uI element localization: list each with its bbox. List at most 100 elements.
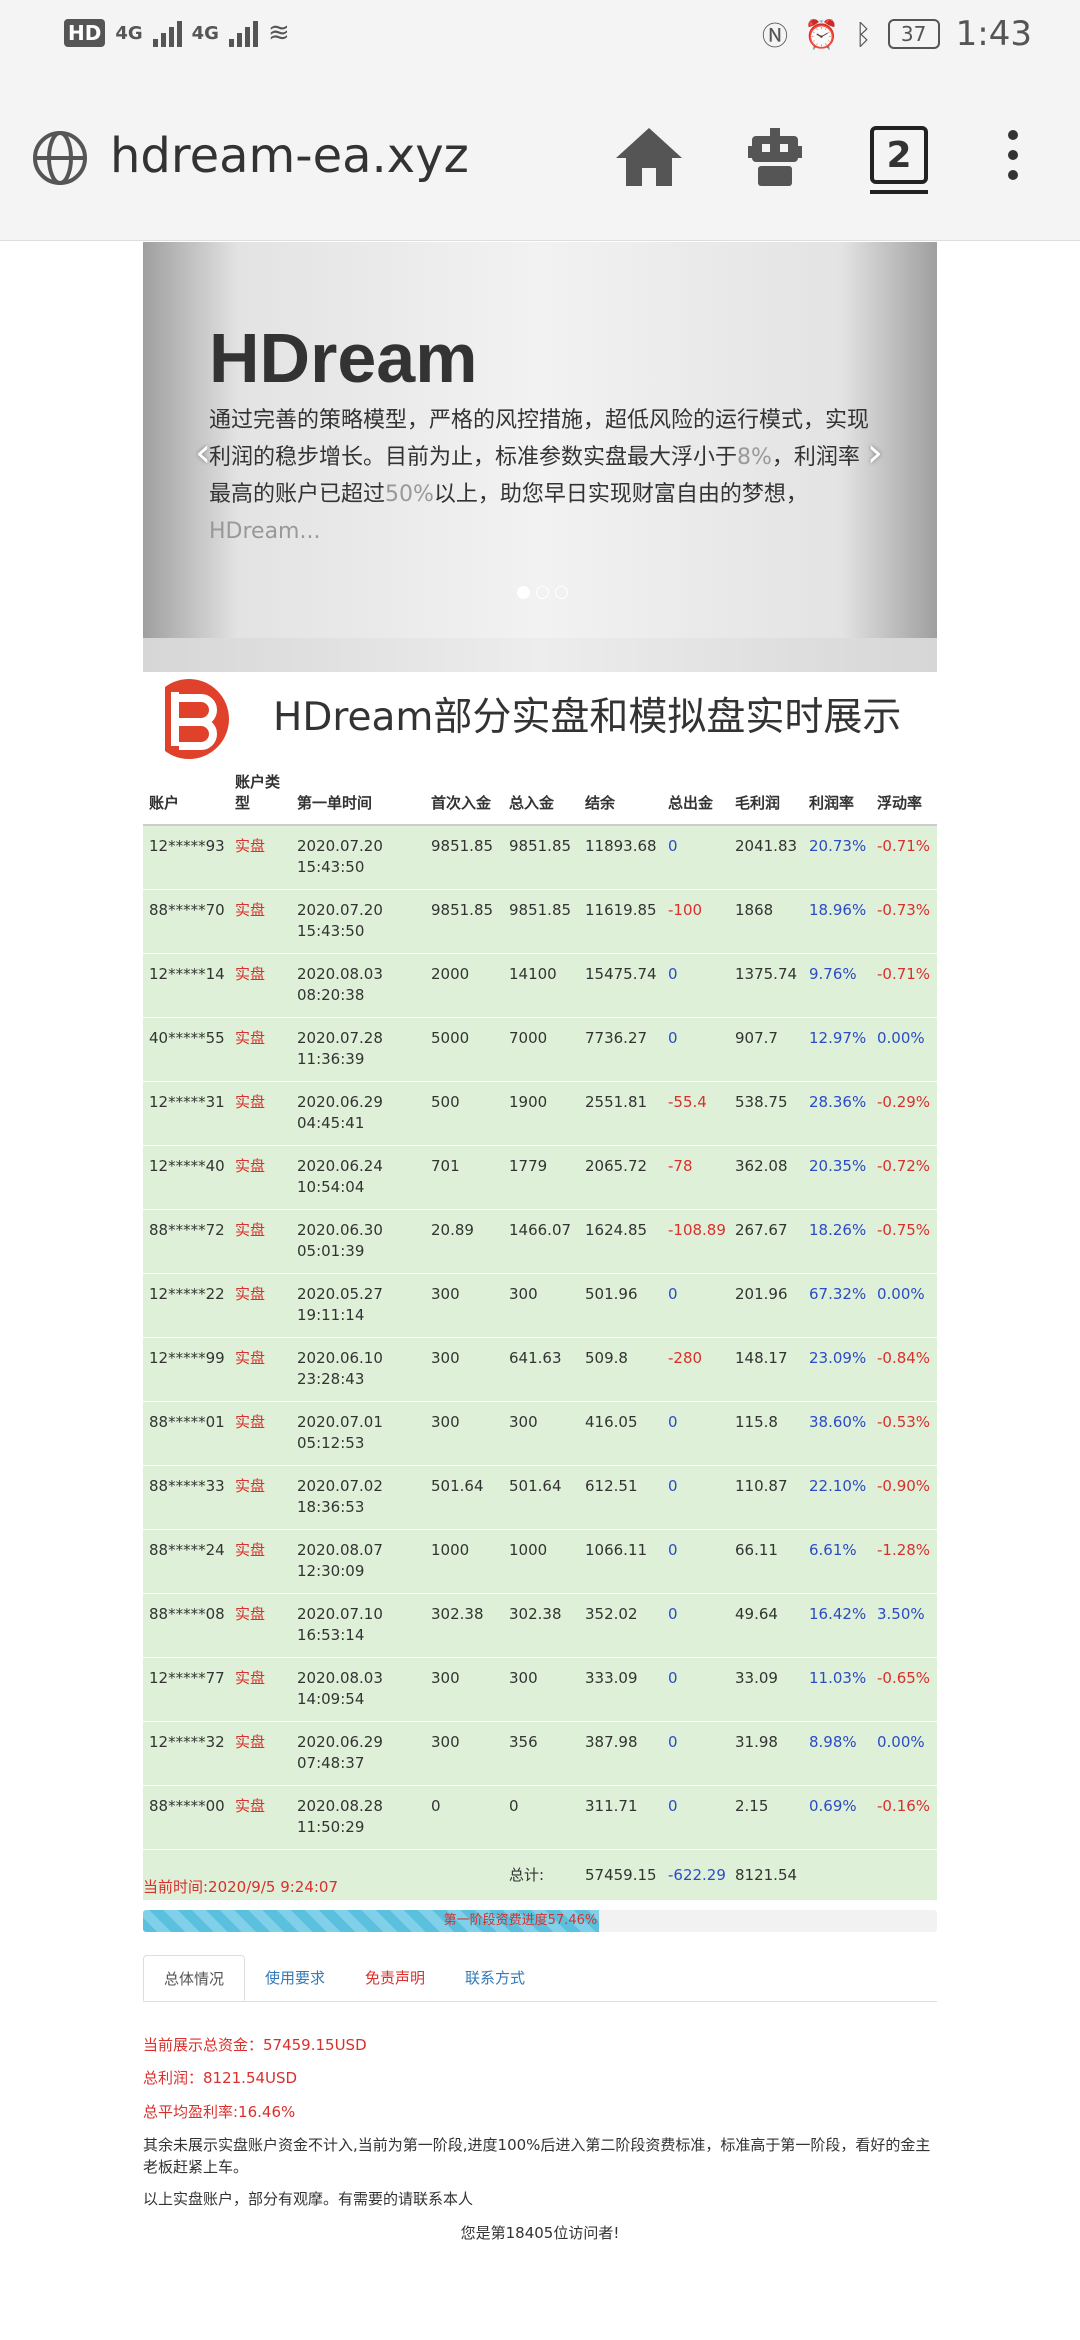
- table-cell: 148.17: [729, 1337, 803, 1402]
- table-cell: 302.38: [503, 1593, 579, 1658]
- column-header: 账户类型: [229, 764, 291, 826]
- robot-icon[interactable]: [744, 126, 806, 188]
- table-cell: 33.09: [729, 1657, 803, 1722]
- globe-icon[interactable]: [32, 130, 88, 186]
- table-cell: 88*****33: [143, 1465, 229, 1530]
- table-cell: 88*****08: [143, 1593, 229, 1658]
- network-type-a: 4G: [115, 22, 143, 44]
- table-cell: 1000: [425, 1529, 503, 1594]
- column-header: 账户: [143, 764, 229, 826]
- carousel-indicators[interactable]: [517, 586, 568, 599]
- table-cell: 0: [503, 1785, 579, 1850]
- table-cell: 7736.27: [579, 1017, 662, 1082]
- table-cell: -0.73%: [871, 889, 937, 954]
- tab-disclaimer[interactable]: 免责声明: [345, 1955, 445, 2001]
- table-cell: 641.63: [503, 1337, 579, 1402]
- total-funds-text: 当前展示总资金：57459.15USD: [143, 2036, 367, 2054]
- table-cell: 302.38: [425, 1593, 503, 1658]
- address-bar[interactable]: hdream-ea.xyz: [110, 128, 469, 184]
- table-cell: 0: [662, 1017, 729, 1082]
- table-row: 88*****08 实盘 2020.07.10 16:53:14 302.38 302.…: [143, 1593, 937, 1658]
- tab-overview[interactable]: 总体情况: [143, 1955, 246, 2001]
- table-cell: 300: [425, 1337, 503, 1402]
- column-header: 总出金: [662, 764, 729, 826]
- table-cell: 0: [662, 1401, 729, 1466]
- visitor-counter: 您是第18405位访问者!: [460, 2224, 620, 2242]
- overflow-menu-icon[interactable]: [1006, 130, 1020, 190]
- table-cell: 3.50%: [871, 1593, 937, 1658]
- tab-switcher-button[interactable]: 2: [870, 126, 928, 184]
- table-cell: 509.8: [579, 1337, 662, 1402]
- table-cell: 501.96: [579, 1273, 662, 1338]
- table-row: 88*****00 实盘 2020.08.28 11:50:29 0 0 311.71 0 2…: [143, 1785, 937, 1850]
- table-cell: 300: [425, 1401, 503, 1466]
- table-cell: 362.08: [729, 1145, 803, 1210]
- table-cell: 实盘: [229, 1017, 291, 1082]
- table-cell: 12*****22: [143, 1273, 229, 1338]
- table-cell: -0.90%: [871, 1465, 937, 1530]
- table-cell: 2020.07.20 15:43:50: [291, 824, 425, 890]
- table-cell: 实盘: [229, 1657, 291, 1722]
- table-cell: 28.36%: [803, 1081, 871, 1146]
- table-cell: 5000: [425, 1017, 503, 1082]
- hero-carousel[interactable]: HDream 通过完善的策略模型，严格的风控措施，超低风险的运行模式，实现利润的…: [143, 242, 937, 638]
- home-icon[interactable]: [614, 126, 684, 188]
- info-tabs: 总体情况 使用要求 免责声明 联系方式: [143, 1955, 937, 2002]
- table-cell: 300: [503, 1401, 579, 1466]
- carousel-bottom-strip: [143, 638, 937, 672]
- table-cell: 11619.85: [579, 889, 662, 954]
- table-cell: 12*****32: [143, 1721, 229, 1786]
- table-cell: 115.8: [729, 1401, 803, 1466]
- table-row: 12*****31 实盘 2020.06.29 04:45:41 500 1900 255…: [143, 1081, 937, 1146]
- table-cell: 16.42%: [803, 1593, 871, 1658]
- table-cell: 2020.07.20 15:43:50: [291, 889, 425, 954]
- carousel-dot[interactable]: [536, 586, 549, 599]
- tab-contact[interactable]: 联系方式: [445, 1955, 545, 2001]
- table-row: 88*****33 实盘 2020.07.02 18:36:53 501.64 501.…: [143, 1465, 937, 1530]
- table-cell: 501.64: [503, 1465, 579, 1530]
- table-cell: 40*****55: [143, 1017, 229, 1082]
- table-row: 12*****22 实盘 2020.05.27 19:11:14 300 300 501.…: [143, 1273, 937, 1338]
- table-cell: -0.53%: [871, 1401, 937, 1466]
- table-cell: 12*****93: [143, 824, 229, 890]
- carousel-prev-icon[interactable]: ‹: [195, 430, 211, 476]
- table-cell: 88*****00: [143, 1785, 229, 1850]
- table-cell: 11.03%: [803, 1657, 871, 1722]
- tab-requirements[interactable]: 使用要求: [245, 1955, 345, 2001]
- table-cell: 110.87: [729, 1465, 803, 1530]
- table-cell: 15475.74: [579, 953, 662, 1018]
- table-cell: 1375.74: [729, 953, 803, 1018]
- network-type-b: 4G: [191, 22, 219, 44]
- table-cell: 20.73%: [803, 824, 871, 890]
- column-header: 浮动率: [871, 764, 937, 826]
- carousel-next-icon[interactable]: ›: [867, 430, 883, 476]
- table-header-row: 账户 账户类型 第一单时间 首次入金 总入金 结余 总出金 毛利润 利润率 浮动率: [143, 764, 937, 826]
- table-row: 88*****70 实盘 2020.07.20 15:43:50 9851.85 985…: [143, 889, 937, 954]
- browser-toolbar: hdream-ea.xyz 2: [0, 72, 1080, 241]
- carousel-dot[interactable]: [517, 586, 530, 599]
- table-cell: 0: [662, 1721, 729, 1786]
- table-cell: 实盘: [229, 1209, 291, 1274]
- table-cell: 23.09%: [803, 1337, 871, 1402]
- table-cell: 9851.85: [503, 824, 579, 890]
- table-cell: 22.10%: [803, 1465, 871, 1530]
- hdream-logo-icon: [143, 676, 229, 762]
- table-cell: 实盘: [229, 1785, 291, 1850]
- table-cell: -0.84%: [871, 1337, 937, 1402]
- table-cell: 18.26%: [803, 1209, 871, 1274]
- table-cell: 0: [425, 1785, 503, 1850]
- table-cell: 538.75: [729, 1081, 803, 1146]
- table-row: 12*****93 实盘 2020.07.20 15:43:50 9851.85 985…: [143, 824, 937, 890]
- column-header: 首次入金: [425, 764, 503, 826]
- table-cell: -0.29%: [871, 1081, 937, 1146]
- table-cell: 0.00%: [871, 1721, 937, 1786]
- carousel-dot[interactable]: [555, 586, 568, 599]
- progress-label: 第一阶段资费进度57.46%: [443, 1913, 598, 1928]
- table-cell: 实盘: [229, 1593, 291, 1658]
- bluetooth-icon: ᛒ: [854, 17, 872, 51]
- table-cell: 300: [425, 1657, 503, 1722]
- table-cell: -0.71%: [871, 824, 937, 890]
- table-cell: 0: [662, 1593, 729, 1658]
- alarm-icon: ⏰: [803, 17, 839, 51]
- table-cell: 2020.06.10 23:28:43: [291, 1337, 425, 1402]
